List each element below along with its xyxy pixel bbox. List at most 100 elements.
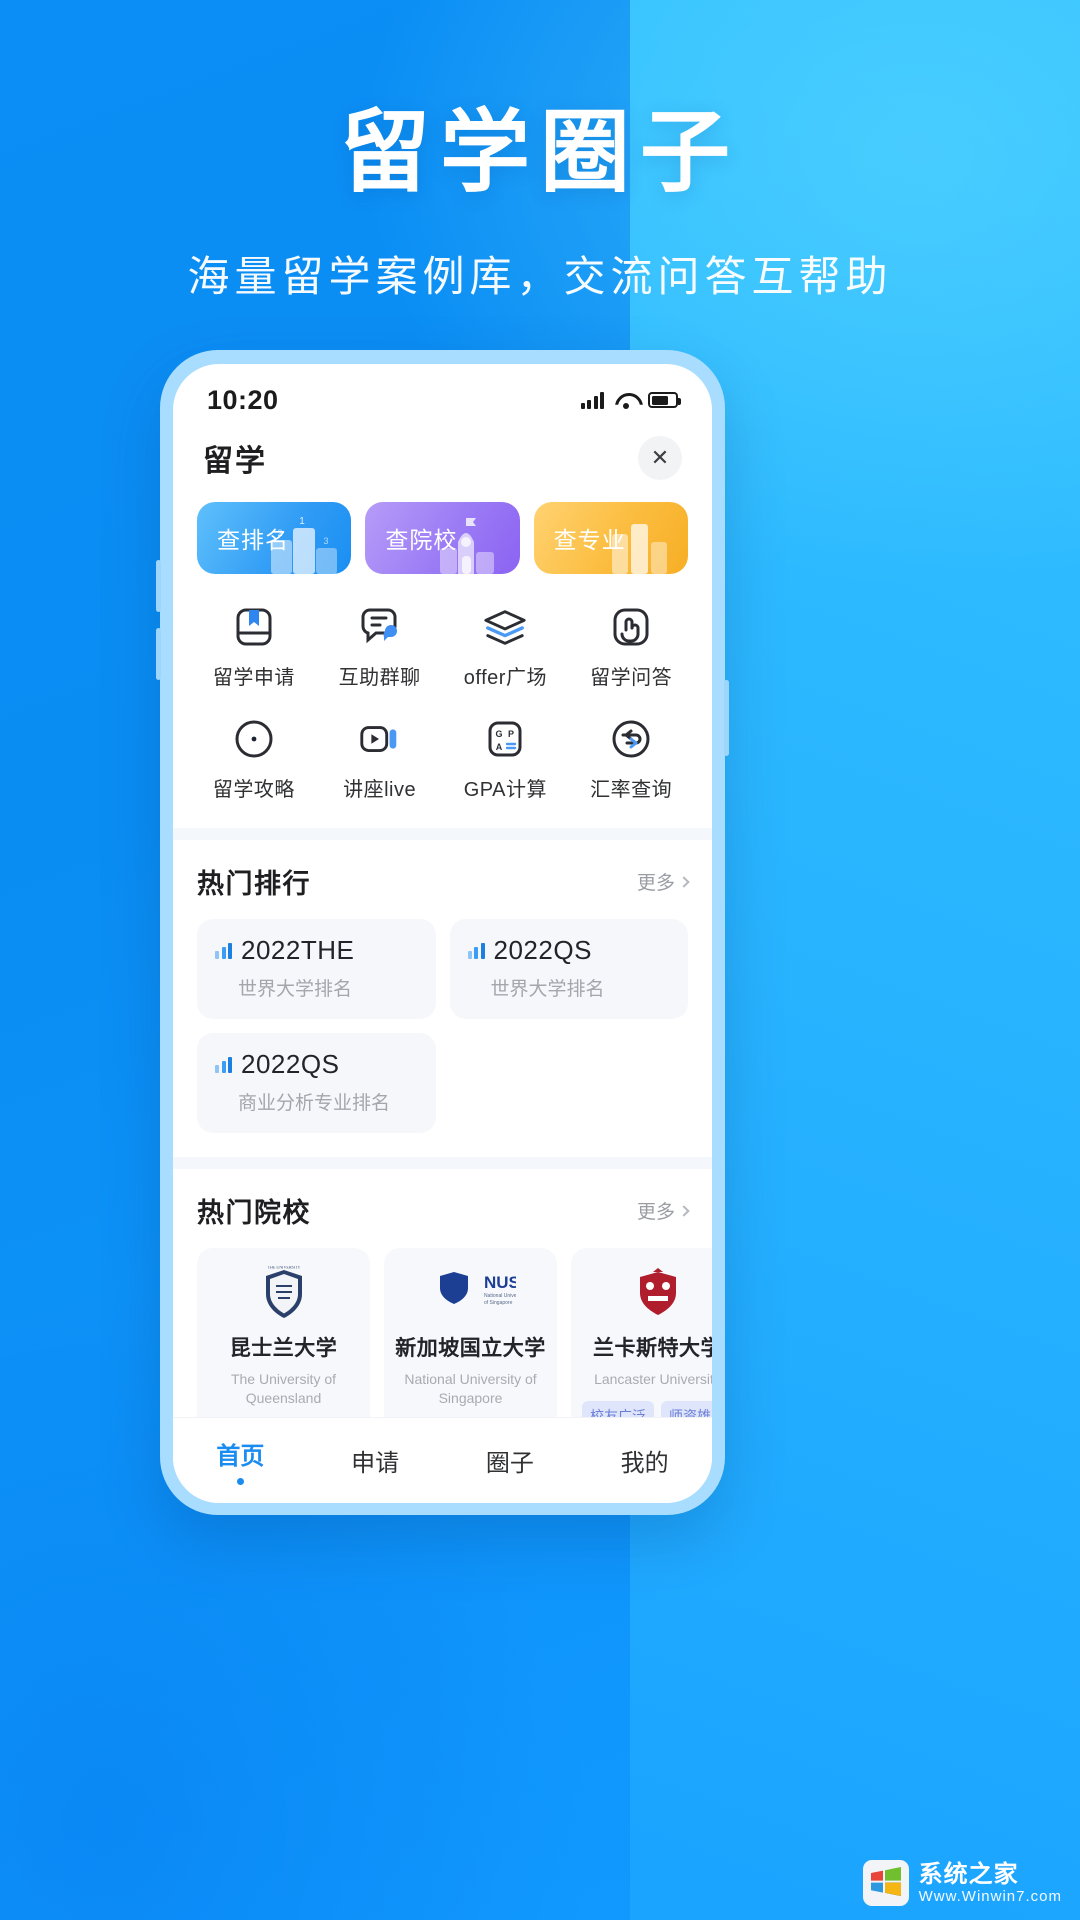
close-icon[interactable]: ✕ [638,436,682,480]
bar-chart-icon [467,942,485,959]
more-label: 更多 [636,1202,675,1223]
hot-schools-more-button[interactable]: 更多 [636,1197,690,1224]
svg-text:3: 3 [324,536,329,546]
bar-chart-icon [215,942,232,959]
hot-schools-header: 热门院校 更多 [197,1191,690,1230]
status-icons [580,391,681,409]
watermark-text: 系统之家 Www.Winwin7.com [919,1861,1062,1906]
hero-card-schools[interactable]: 查院校 [365,502,520,574]
more-label: 更多 [636,873,675,894]
nav-item-label: 圈子 [485,1450,534,1477]
book-bookmark-icon [231,604,277,650]
grid-item-label: 留学问答 [590,667,673,689]
page-title: 留学圈子 [340,103,740,203]
phone-volume-up-button [156,560,161,612]
grid-item-gpa[interactable]: G P A GPA计算 [443,716,569,802]
grid-item-label: 讲座live [343,779,417,801]
nus-crest-icon: NUS National University of Singapore [394,1266,547,1322]
hot-ranking-more-button[interactable]: 更多 [636,868,690,895]
layers-icon [482,604,528,650]
grid-item-label: 留学攻略 [212,779,295,801]
svg-text:THE UNIVERSITY: THE UNIVERSITY [267,1266,300,1270]
svg-text:P: P [508,729,514,739]
ranking-desc: 世界大学排名 [238,979,353,1000]
grid-item-groupchat[interactable]: 互助群聊 [317,604,443,690]
svg-text:of Singapore: of Singapore [484,1300,513,1306]
app-header: 留学 ✕ [173,426,712,480]
promo-header: 留学圈子 海量留学案例库，交流问答互帮助 [0,0,1080,304]
svg-text:1: 1 [300,516,306,527]
lancaster-crest-icon [581,1266,712,1322]
hero-card-label: 查排名 [217,527,289,553]
grid-item-guide[interactable]: 留学攻略 [191,716,317,802]
chevron-right-icon [678,875,690,888]
watermark: 系统之家 Www.Winwin7.com [862,1860,1062,1906]
nav-item-home[interactable]: 首页 [173,1436,308,1485]
phone-mockup: 10:20 留学 ✕ 查排名 1 2 3 查院校 查专业 留学申请 互助群聊 o… [156,350,729,1515]
hand-question-icon [608,604,654,650]
section-divider [173,828,712,840]
quick-action-grid: 留学申请 互助群聊 offer广场 留学问答 留学攻略 讲座live G P A… [173,580,712,828]
bottom-nav: 首页 申请 圈子 我的 [173,1417,712,1503]
status-clock: 10:20 [207,384,279,415]
ranking-desc: 世界大学排名 [490,979,605,1000]
hot-ranking-header: 热门排行 更多 [197,862,690,901]
grid-item-exchange[interactable]: 汇率查询 [568,716,694,802]
grid-item-live[interactable]: 讲座live [317,716,443,802]
hot-ranking-list: 2022THE 世界大学排名 2022QS 世界大学排名 2022QS 商业分析… [197,919,688,1133]
gpa-grade-icon: G P A [482,716,528,762]
exchange-arrows-icon [608,716,654,762]
compass-icon [231,716,277,762]
school-name-en: Lancaster University [594,1371,712,1387]
grid-item-label: 留学申请 [212,667,295,689]
signal-bars-icon [580,391,604,409]
watermark-name: 系统之家 [918,1860,1019,1888]
uq-crest-icon: THE UNIVERSITY [207,1266,360,1322]
grid-item-offer[interactable]: offer广场 [443,604,569,690]
school-name-cn: 新加坡国立大学 [395,1337,546,1360]
bar-chart-icon [215,1056,232,1073]
ranking-tile[interactable]: 2022QS 商业分析专业排名 [197,1033,436,1133]
grid-item-apply[interactable]: 留学申请 [191,604,317,690]
nav-item-circle[interactable]: 圈子 [443,1443,578,1478]
svg-text:National University: National University [484,1293,516,1299]
school-name-cn: 昆士兰大学 [229,1337,338,1360]
phone-volume-down-button [156,628,161,680]
grid-item-label: GPA计算 [463,779,547,801]
nav-item-label: 我的 [620,1450,669,1477]
ranking-name: 2022QS [241,1049,340,1079]
school-name-cn: 兰卡斯特大学 [593,1337,712,1360]
hero-card-label: 查专业 [553,527,626,553]
ranking-tile[interactable]: 2022THE 世界大学排名 [197,919,436,1019]
hero-card-majors[interactable]: 查专业 [533,502,688,574]
svg-text:NUS: NUS [484,1273,516,1292]
nav-item-label: 首页 [216,1443,265,1470]
nav-active-dot [236,1478,244,1485]
battery-icon [648,392,681,408]
nav-item-mine[interactable]: 我的 [577,1443,712,1478]
status-bar: 10:20 [173,364,712,426]
ranking-tile[interactable]: 2022QS 世界大学排名 [449,919,688,1019]
grid-item-label: 互助群聊 [338,667,421,689]
nav-item-apply[interactable]: 申请 [308,1443,443,1478]
watermark-url: Www.Winwin7.com [918,1888,1062,1906]
page-subtitle: 海量留学案例库，交流问答互帮助 [187,252,893,300]
svg-text:G: G [496,729,503,739]
wifi-icon [615,392,637,409]
ranking-name: 2022THE [241,935,355,965]
svg-text:A: A [496,742,503,752]
phone-power-button [724,680,729,756]
hero-card-row: 查排名 1 2 3 查院校 查专业 [173,480,712,580]
phone-screen: 10:20 留学 ✕ 查排名 1 2 3 查院校 查专业 留学申请 互助群聊 o… [173,364,712,1503]
nav-item-label: 申请 [351,1450,400,1477]
hero-card-ranking[interactable]: 查排名 1 2 3 [197,502,352,574]
ranking-desc: 商业分析专业排名 [238,1093,391,1114]
school-name-en: The University of Queensland [230,1371,337,1406]
section-title: 热门院校 [197,1198,311,1228]
section-title: 热门排行 [197,869,311,899]
hero-card-label: 查院校 [385,527,458,553]
chat-bubbles-icon [357,604,403,650]
school-name-en: National University of Singapore [404,1371,537,1406]
grid-item-qa[interactable]: 留学问答 [568,604,694,690]
section-divider [173,1157,712,1169]
